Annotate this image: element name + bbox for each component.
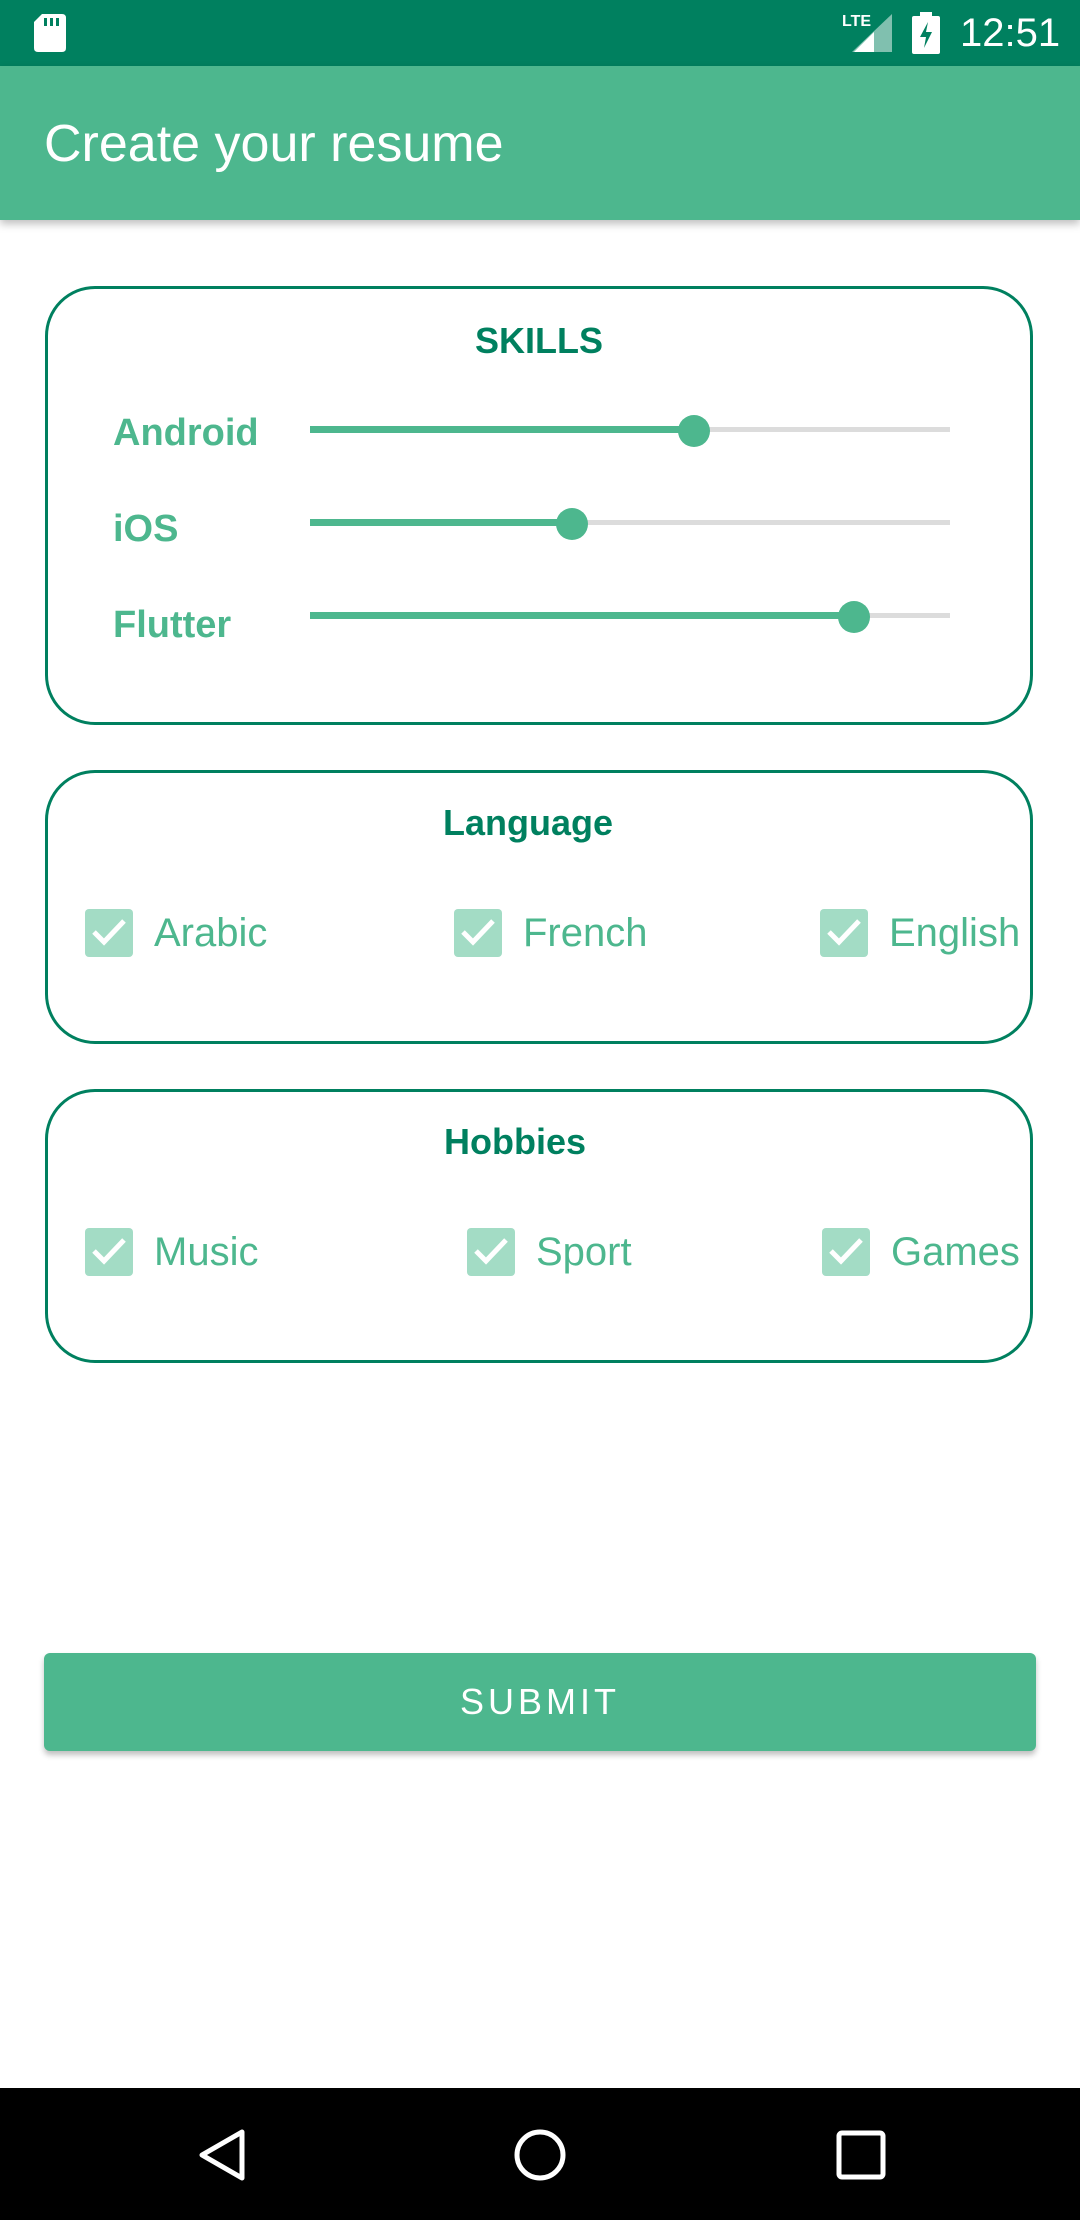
hobbies-card: Hobbies Music Sport Games — [45, 1089, 1033, 1363]
skill-label-android: Android — [113, 412, 259, 454]
skill-label-flutter: Flutter — [113, 604, 232, 646]
checkbox-label: French — [523, 911, 648, 955]
navigation-bar — [0, 2088, 1080, 2220]
slider-thumb[interactable] — [838, 601, 870, 633]
checkbox-arabic[interactable] — [85, 909, 133, 957]
slider-fill — [310, 426, 694, 433]
skills-card: SKILLS Android iOS Flutter — [45, 286, 1033, 725]
language-option-english[interactable]: English — [820, 907, 1020, 959]
slider-fill — [310, 519, 573, 526]
checkbox-games[interactable] — [822, 1228, 870, 1276]
home-icon[interactable] — [513, 2128, 567, 2187]
checkbox-label: Music — [154, 1230, 259, 1274]
checkbox-label: Games — [891, 1230, 1020, 1274]
hobbies-title: Hobbies — [443, 1121, 586, 1162]
signal-icon: LTE — [840, 10, 896, 59]
checkbox-label: Arabic — [154, 911, 268, 955]
android-slider[interactable] — [310, 415, 950, 447]
network-label: LTE — [842, 13, 871, 30]
language-option-french[interactable]: French — [454, 907, 674, 959]
back-icon[interactable] — [196, 2128, 248, 2187]
language-option-arabic[interactable]: Arabic — [85, 907, 285, 959]
checkbox-english[interactable] — [820, 909, 868, 957]
flutter-slider[interactable] — [310, 601, 950, 633]
slider-fill — [310, 612, 854, 619]
sd-card-icon — [34, 14, 66, 57]
skills-title: SKILLS — [474, 320, 603, 361]
language-card: Language Arabic French English — [45, 770, 1033, 1044]
checkbox-french[interactable] — [454, 909, 502, 957]
hobby-option-sport[interactable]: Sport — [467, 1226, 667, 1278]
checkbox-label: Sport — [536, 1230, 632, 1274]
status-time: 12:51 — [960, 11, 1061, 55]
page-title: Create your resume — [44, 115, 504, 173]
skill-label-ios: iOS — [113, 508, 179, 550]
hobby-option-games[interactable]: Games — [822, 1226, 1022, 1278]
slider-thumb[interactable] — [556, 508, 589, 540]
checkbox-label: English — [889, 911, 1021, 955]
recents-icon[interactable] — [836, 2130, 886, 2185]
language-title: Language — [442, 802, 613, 843]
battery-charging-icon — [912, 12, 940, 59]
app-bar: Create your resume — [0, 66, 1080, 220]
status-bar: LTE 12:51 — [0, 0, 1080, 66]
submit-button[interactable]: SUBMIT — [44, 1653, 1036, 1751]
ios-slider[interactable] — [310, 508, 950, 540]
checkbox-music[interactable] — [85, 1228, 133, 1276]
hobby-option-music[interactable]: Music — [85, 1226, 285, 1278]
slider-thumb[interactable] — [678, 415, 710, 447]
checkbox-sport[interactable] — [467, 1228, 515, 1276]
